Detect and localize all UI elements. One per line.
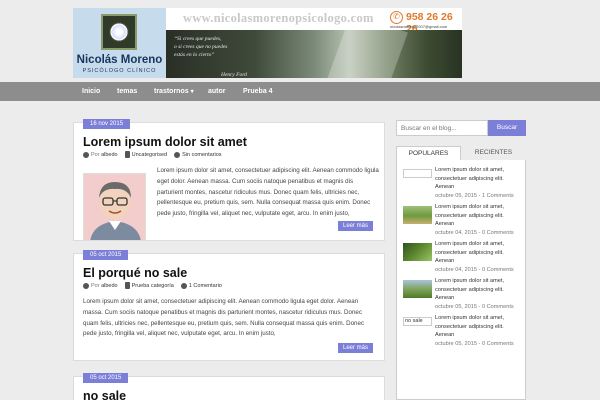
popular-posts-panel: Lorem ipsum dolor sit amet, consectetuer… xyxy=(396,160,526,400)
post-thumbnail xyxy=(403,243,432,261)
post-thumbnail-avatar[interactable] xyxy=(83,173,146,241)
post-date: 05 oct 2015 xyxy=(83,373,129,383)
read-more-button[interactable]: Leer más xyxy=(338,221,374,231)
tab-populares[interactable]: POPULARES xyxy=(396,146,461,160)
post-card: 05 oct 2015 El porqué no sale Por albedo… xyxy=(73,250,385,361)
search-input[interactable] xyxy=(396,120,488,136)
popular-post-date: octubre 04, 2015 - 0 Comments xyxy=(435,266,514,273)
nav-item-trastornos-label: trastornos xyxy=(154,88,189,95)
read-more-button[interactable]: Leer más xyxy=(338,343,374,353)
user-icon xyxy=(83,282,89,289)
bookmark-icon xyxy=(124,282,130,289)
post-comments-link[interactable]: Sin comentarios xyxy=(182,152,221,158)
post-thumbnail xyxy=(403,280,432,298)
post-title[interactable]: El porqué no sale xyxy=(83,266,187,280)
meta-by: Por xyxy=(91,151,100,158)
post-date: 05 oct 2015 xyxy=(83,250,129,260)
popular-post-item[interactable]: Lorem ipsum dolor sit amet, consectetuer… xyxy=(403,203,523,239)
main-navigation: Inicio temas trastornos ▾ autor Prueba 4 xyxy=(0,82,600,101)
post-date: 16 nov 2015 xyxy=(83,119,131,129)
logo-subtitle: PSICÓLOGO CLÍNICO xyxy=(82,68,157,74)
mandala-logo-icon xyxy=(101,14,137,50)
post-meta: Por albedo Uncategorised Sin comentarios xyxy=(83,151,222,158)
popular-post-date: octubre 05, 2015 - 1 Comments xyxy=(435,192,514,199)
site-url: www.nicolasmorenopsicologo.com xyxy=(183,11,374,25)
post-thumbnail xyxy=(403,169,432,178)
post-author-link[interactable]: albedo xyxy=(101,152,118,158)
user-icon xyxy=(83,151,89,158)
post-thumbnail xyxy=(403,206,432,224)
tab-recientes[interactable]: RECIENTES xyxy=(461,146,526,160)
chevron-down-icon: ▾ xyxy=(190,89,194,95)
post-title[interactable]: no sale xyxy=(83,389,126,400)
post-category-link[interactable]: Uncategorised xyxy=(132,152,167,158)
nav-item-temas[interactable]: temas xyxy=(117,82,137,101)
nav-item-trastornos[interactable]: trastornos ▾ xyxy=(154,82,194,101)
popular-post-title: Lorem ipsum dolor sit amet, consectetuer… xyxy=(435,278,505,301)
post-author-link[interactable]: albedo xyxy=(101,283,118,289)
popular-post-title: Lorem ipsum dolor sit amet, consectetuer… xyxy=(435,315,505,338)
popular-post-item[interactable]: Lorem ipsum dolor sit amet, consectetuer… xyxy=(403,166,523,202)
post-comments-link[interactable]: 1 Comentario xyxy=(189,283,222,289)
post-thumbnail: no sale xyxy=(403,317,432,326)
popular-post-title: Lorem ipsum dolor sit amet, consectetuer… xyxy=(435,167,505,190)
popular-post-title: Lorem ipsum dolor sit amet, consectetuer… xyxy=(435,204,505,227)
popular-post-item[interactable]: Lorem ipsum dolor sit amet, consectetuer… xyxy=(403,277,523,313)
nav-item-inicio[interactable]: Inicio xyxy=(82,82,100,101)
sidebar-tabs: POPULARES RECIENTES xyxy=(396,146,526,160)
popular-post-item[interactable]: Lorem ipsum dolor sit amet, consectetuer… xyxy=(403,240,523,276)
popular-post-item[interactable]: no sale Lorem ipsum dolor sit amet, cons… xyxy=(403,314,523,350)
search-button[interactable]: Buscar xyxy=(488,120,526,136)
site-header: Nicolás Moreno PSICÓLOGO CLÍNICO www.nic… xyxy=(73,8,462,78)
meta-by: Por xyxy=(91,282,100,289)
popular-post-date: octubre 05, 2015 - 0 Comments xyxy=(435,340,514,347)
post-card: 16 nov 2015 Lorem ipsum dolor sit amet P… xyxy=(73,119,385,241)
post-excerpt: Lorem ipsum dolor sit amet, consectetuer… xyxy=(157,167,379,218)
comment-icon xyxy=(174,151,181,158)
header-banner-image: “Si crees que puedes, o si crees que no … xyxy=(166,30,462,78)
header-quote: “Si crees que puedes, o si crees que no … xyxy=(174,36,228,58)
post-excerpt: Lorem ipsum dolor sit amet, consectetuer… xyxy=(83,298,364,338)
post-meta: Por albedo Prueba categoría 1 Comentario xyxy=(83,282,222,289)
contact-email: nicolasmoreno2007@gmail.com xyxy=(390,24,448,29)
phone-icon: ✆ xyxy=(390,11,403,24)
popular-post-title: Lorem ipsum dolor sit amet, consectetuer… xyxy=(435,241,505,264)
logo-name: Nicolás Moreno xyxy=(76,54,163,66)
nav-item-prueba-4[interactable]: Prueba 4 xyxy=(243,82,273,101)
popular-post-date: octubre 04, 2015 - 0 Comments xyxy=(435,229,514,236)
post-category-link[interactable]: Prueba categoría xyxy=(132,283,174,289)
post-card: 05 oct 2015 no sale xyxy=(73,373,385,400)
popular-post-date: octubre 05, 2015 - 0 Comments xyxy=(435,303,514,310)
comment-icon xyxy=(180,282,187,289)
post-title[interactable]: Lorem ipsum dolor sit amet xyxy=(83,135,247,149)
site-logo[interactable]: Nicolás Moreno PSICÓLOGO CLÍNICO xyxy=(73,8,166,78)
bookmark-icon xyxy=(124,151,130,158)
quote-author: Henry Ford xyxy=(221,72,247,78)
nav-item-autor[interactable]: autor xyxy=(208,82,226,101)
